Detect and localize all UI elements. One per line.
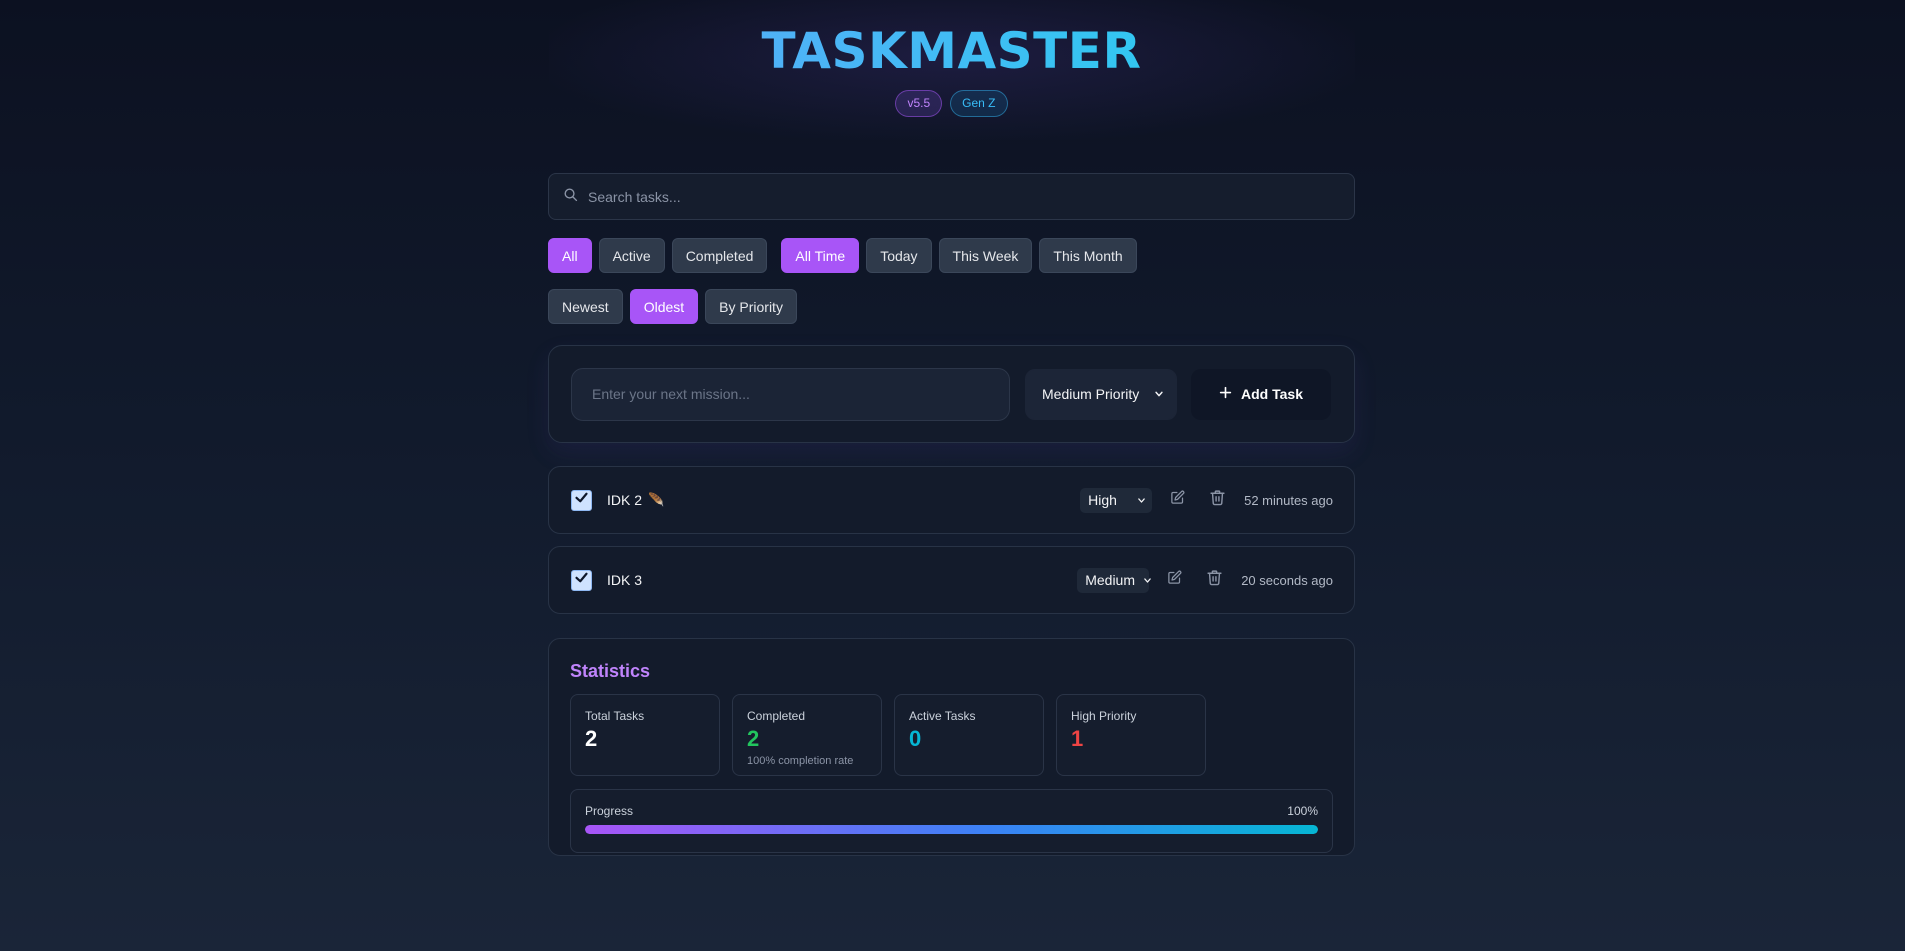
filter-time-this-month[interactable]: This Month xyxy=(1039,238,1137,273)
task-title: IDK 3 xyxy=(607,572,642,588)
stat-value: 2 xyxy=(747,726,760,751)
add-task-button[interactable]: Add Task xyxy=(1191,368,1331,420)
edit-icon xyxy=(1167,570,1182,590)
sort-oldest[interactable]: Oldest xyxy=(629,289,699,324)
completion-rate: 100% completion rate xyxy=(747,755,854,767)
edit-task-button[interactable] xyxy=(1159,565,1189,595)
chevron-down-icon xyxy=(1154,386,1164,402)
filter-status-active[interactable]: Active xyxy=(598,238,665,273)
checkmark-icon xyxy=(574,490,589,510)
stat-value: 1 xyxy=(1071,726,1084,751)
priority-select[interactable]: Medium Priority xyxy=(1025,368,1177,420)
stat-value: 0 xyxy=(909,726,922,751)
statistics-title: Statistics xyxy=(570,661,651,681)
trash-icon xyxy=(1206,569,1223,591)
priority-select-value: Medium Priority xyxy=(1042,386,1140,402)
filter-row-sort: Newest Oldest By Priority xyxy=(548,289,1355,324)
task-title: IDK 2 🪶 xyxy=(607,492,664,508)
delete-task-button[interactable] xyxy=(1202,485,1232,515)
filter-status-completed[interactable]: Completed xyxy=(671,238,768,273)
filter-time-this-week[interactable]: This Week xyxy=(938,238,1033,273)
filter-time-all-time[interactable]: All Time xyxy=(781,238,860,273)
badge-group: v5.5 Gen Z xyxy=(548,90,1355,117)
sort-by-priority[interactable]: By Priority xyxy=(705,289,797,324)
search-bar[interactable] xyxy=(548,173,1355,220)
task-title-text: IDK 2 xyxy=(607,492,643,508)
task-timestamp: 20 seconds ago xyxy=(1241,572,1333,588)
progress-panel: Progress 100% xyxy=(570,789,1333,853)
task-priority-value: Medium xyxy=(1085,572,1135,588)
stat-label: Total Tasks xyxy=(585,709,645,723)
stat-total-tasks: Total Tasks 2 xyxy=(570,694,720,776)
filter-time-today[interactable]: Today xyxy=(866,238,932,273)
progress-fill xyxy=(585,825,1318,834)
stat-completed: Completed 2 100% completion rate xyxy=(732,694,882,776)
app-header: TASKMASTER v5.5 Gen Z xyxy=(548,0,1355,173)
feather-emoji: 🪶 xyxy=(648,492,665,507)
stat-high-priority: High Priority 1 xyxy=(1056,694,1206,776)
stat-active-tasks: Active Tasks 0 xyxy=(894,694,1044,776)
stat-label: High Priority xyxy=(1071,709,1137,723)
genz-badge: Gen Z xyxy=(950,90,1008,117)
task-item: IDK 2 🪶 High 52 minutes ago xyxy=(548,466,1355,534)
edit-icon xyxy=(1170,490,1185,510)
task-item: IDK 3 Medium 20 seconds ago xyxy=(548,546,1355,614)
delete-task-button[interactable] xyxy=(1199,565,1229,595)
add-task-label: Add Task xyxy=(1241,386,1303,402)
progress-track xyxy=(585,825,1318,834)
chevron-down-icon xyxy=(1143,572,1152,588)
plus-icon xyxy=(1219,386,1232,402)
search-icon xyxy=(563,187,578,207)
stat-grid: Total Tasks 2 Completed 2 100% completio… xyxy=(570,694,1333,776)
filter-row-status-time: All Active Completed All Time Today This… xyxy=(548,238,1355,273)
version-badge: v5.5 xyxy=(895,90,943,117)
search-input[interactable] xyxy=(588,188,1340,205)
task-priority-value: High xyxy=(1088,492,1117,508)
app-title: TASKMASTER xyxy=(548,20,1355,82)
progress-label: Progress xyxy=(585,804,634,818)
progress-header: Progress 100% xyxy=(585,804,1318,818)
app-container: TASKMASTER v5.5 Gen Z All Active Complet… xyxy=(548,0,1355,856)
task-title-text: IDK 3 xyxy=(607,572,643,588)
task-priority-select[interactable]: Medium xyxy=(1077,567,1152,593)
stat-label: Active Tasks xyxy=(909,709,976,723)
trash-icon xyxy=(1209,489,1226,511)
task-checkbox[interactable] xyxy=(571,489,592,511)
progress-percent: 100% xyxy=(1287,804,1318,818)
stat-value: 2 xyxy=(585,726,598,751)
stat-label: Completed xyxy=(747,709,806,723)
filter-status-all[interactable]: All xyxy=(548,238,592,273)
new-task-input[interactable] xyxy=(571,367,1010,421)
task-checkbox[interactable] xyxy=(571,569,592,591)
sort-newest[interactable]: Newest xyxy=(548,289,623,324)
edit-task-button[interactable] xyxy=(1162,485,1192,515)
task-priority-select[interactable]: High xyxy=(1080,487,1153,513)
statistics-card: Statistics Total Tasks 2 Completed 2 100… xyxy=(548,638,1355,856)
checkmark-icon xyxy=(574,570,589,590)
chevron-down-icon xyxy=(1137,492,1146,508)
add-task-card: Medium Priority Add Task xyxy=(548,345,1355,443)
task-timestamp: 52 minutes ago xyxy=(1244,492,1333,508)
